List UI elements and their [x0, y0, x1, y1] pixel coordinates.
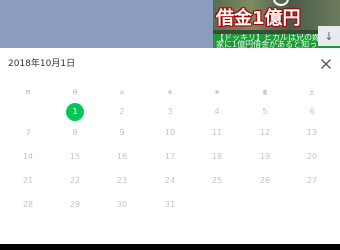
- calendar-day[interactable]: 16: [112, 151, 132, 163]
- calendar-day[interactable]: 12: [255, 127, 275, 139]
- weekday-label: 火: [119, 90, 125, 96]
- calendar-day[interactable]: 7: [18, 127, 38, 139]
- weekday-label: 木: [214, 90, 220, 96]
- calendar-day[interactable]: 31: [160, 199, 180, 211]
- calendar-day[interactable]: 6: [302, 106, 322, 118]
- calendar-day[interactable]: 28: [18, 199, 38, 211]
- calendar-day[interactable]: 11: [207, 127, 227, 139]
- calendar-day[interactable]: 15: [65, 151, 85, 163]
- date-picker-title: 2018年10月1日: [8, 59, 76, 69]
- calendar-day[interactable]: 25: [207, 175, 227, 187]
- calendar-day[interactable]: 27: [302, 175, 322, 187]
- weekday-label: 水: [167, 90, 173, 96]
- calendar-day[interactable]: 13: [302, 127, 322, 139]
- calendar-day[interactable]: 30: [112, 199, 132, 211]
- weekday-header: 日 月 火 水 木 金 土: [0, 88, 340, 98]
- calendar-day[interactable]: 26: [255, 175, 275, 187]
- calendar-day[interactable]: 17: [160, 151, 180, 163]
- calendar-day[interactable]: 22: [65, 175, 85, 187]
- calendar-day[interactable]: 19: [255, 151, 275, 163]
- thumbnail-title: 借金1億円: [216, 8, 301, 29]
- weekday-label: 日: [25, 90, 31, 96]
- calendar-day[interactable]: 14: [18, 151, 38, 163]
- scroll-down-button[interactable]: ↓: [318, 26, 340, 46]
- calendar-day[interactable]: 21: [18, 175, 38, 187]
- weekday-label: 土: [309, 90, 315, 96]
- system-navigation-bar: [0, 244, 340, 250]
- calendar-day[interactable]: 23: [112, 175, 132, 187]
- arrow-down-icon: ↓: [324, 29, 334, 43]
- close-icon: [321, 59, 331, 69]
- calendar-day-selected[interactable]: 1: [66, 103, 84, 121]
- calendar-day[interactable]: 5: [255, 106, 275, 118]
- close-button[interactable]: [318, 56, 334, 72]
- calendar-day[interactable]: 9: [112, 127, 132, 139]
- weekday-label: 金: [262, 90, 268, 96]
- calendar-day[interactable]: 2: [112, 106, 132, 118]
- calendar-day[interactable]: 8: [65, 127, 85, 139]
- weekday-label: 月: [72, 90, 78, 96]
- calendar-day[interactable]: 29: [65, 199, 85, 211]
- calendar-day[interactable]: 24: [160, 175, 180, 187]
- calendar-day[interactable]: 10: [160, 127, 180, 139]
- calendar-day[interactable]: 3: [160, 106, 180, 118]
- calendar-day[interactable]: 20: [302, 151, 322, 163]
- date-picker-sheet: 2018年10月1日: [0, 48, 340, 244]
- calendar-day[interactable]: 18: [207, 151, 227, 163]
- calendar-day[interactable]: 4: [207, 106, 227, 118]
